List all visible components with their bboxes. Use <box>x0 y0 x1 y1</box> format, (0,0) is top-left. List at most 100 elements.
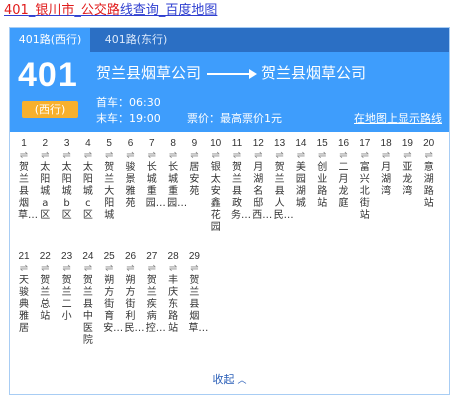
stop-number: 16 <box>337 138 350 149</box>
transfer-arrows-icon: ⇌ <box>147 263 156 274</box>
stop-name: 月湖湾 <box>381 162 392 197</box>
stop-number: 5 <box>106 138 112 149</box>
stop-item[interactable]: 17 ⇌ 富兴北街站 <box>355 138 375 222</box>
stop-name: 贺兰疾病控… <box>145 275 166 334</box>
stop-item[interactable]: 23 ⇌ 贺兰二小 <box>57 251 77 323</box>
transfer-arrows-icon: ⇌ <box>83 150 93 161</box>
stop-name: 月湖名邸西… <box>252 162 273 221</box>
stop-item[interactable]: 8 ⇌ 长城重园… <box>163 138 188 210</box>
stop-number: 20 <box>423 138 435 149</box>
stop-number: 11 <box>231 138 243 149</box>
stop-name: 银太安鑫花园 <box>210 162 221 233</box>
stop-number: 10 <box>210 138 222 149</box>
stop-item[interactable]: 22 ⇌ 贺兰总站 <box>35 251 55 323</box>
stop-name: 富兴北街站 <box>359 162 370 221</box>
stop-item[interactable]: 25 ⇌ 朔方街育安… <box>99 251 124 335</box>
fare-info: 票价：最高票价1元 <box>187 112 282 125</box>
transfer-arrows-icon: ⇌ <box>62 150 71 161</box>
stop-item[interactable]: 16 ⇌ 二月龙庭 <box>334 138 354 210</box>
tab-eastbound[interactable]: 401路(东行) <box>90 28 182 52</box>
transfer-arrows-icon: ⇌ <box>190 150 199 161</box>
stop-item[interactable]: 28 ⇌ 丰庆东路站 <box>163 251 183 335</box>
stop-number: 9 <box>191 138 198 149</box>
arrow-right-icon <box>207 73 253 75</box>
stop-item[interactable]: 11 ⇌ 贺兰县政务… <box>227 138 251 222</box>
page-title-link[interactable]: 401_银川市_公交路线查询_百度地图 <box>4 3 217 18</box>
stop-item[interactable]: 14 ⇌ 美园湖城 <box>291 138 311 210</box>
stop-item[interactable]: 10 ⇌ 银太安鑫花园 <box>206 138 226 234</box>
direction-badge: (西行) <box>22 101 78 118</box>
stop-item[interactable]: 2 ⇌ 太阳城a区 <box>35 138 55 222</box>
stop-number: 18 <box>380 138 392 149</box>
stop-name: 长城重园… <box>167 162 188 209</box>
stop-name: 贺兰县政务… <box>231 162 251 221</box>
title-city[interactable]: 银川市 <box>35 3 74 18</box>
bus-route-card: 401路(西行) 401路(东行) 401 (西行) 贺兰县烟草公司 贺兰县烟草… <box>9 27 450 395</box>
stop-name: 贺兰县烟草… <box>18 162 38 221</box>
stop-item[interactable]: 6 ⇌ 骏景雅苑 <box>121 138 141 210</box>
transfer-arrows-icon: ⇌ <box>317 150 327 161</box>
first-bus-time: 首车：06:30 <box>96 96 161 109</box>
stop-item[interactable]: 15 ⇌ 创业路站 <box>312 138 332 210</box>
stop-item[interactable]: 18 ⇌ 月湖湾 <box>376 138 396 198</box>
title-rest[interactable]: 线查询_百度地图 <box>120 3 218 18</box>
stop-number: 2 <box>42 138 49 149</box>
stop-item[interactable]: 24 ⇌ 贺兰县中医院 <box>78 251 98 347</box>
transfer-arrows-icon: ⇌ <box>190 263 199 274</box>
title-route[interactable]: 401 <box>4 3 29 18</box>
transfer-arrows-icon: ⇌ <box>254 150 263 161</box>
transfer-arrows-icon: ⇌ <box>19 150 29 161</box>
stop-item[interactable]: 27 ⇌ 贺兰疾病控… <box>142 251 166 335</box>
stop-item[interactable]: 13 ⇌ 贺兰县人民… <box>270 138 294 222</box>
stop-item[interactable]: 19 ⇌ 亚龙湾 <box>397 138 417 198</box>
stop-item[interactable]: 5 ⇌ 贺兰大阳城 <box>99 138 119 222</box>
stop-item[interactable]: 20 ⇌ 意湖路站 <box>419 138 439 210</box>
page-title[interactable]: 401_银川市_公交路线查询_百度地图 <box>4 2 217 20</box>
stop-item[interactable]: 3 ⇌ 太阳城b区 <box>57 138 77 222</box>
stop-number: 29 <box>188 251 200 262</box>
transfer-arrows-icon: ⇌ <box>41 150 50 161</box>
stop-item[interactable]: 9 ⇌ 居安苑 <box>184 138 204 198</box>
stop-item[interactable]: 4 ⇌ 太阳城c区 <box>78 138 98 222</box>
tab-westbound[interactable]: 401路(西行) <box>10 28 90 52</box>
transfer-arrows-icon: ⇌ <box>381 150 391 161</box>
transfer-arrows-icon: ⇌ <box>403 150 412 161</box>
stop-number: 4 <box>85 138 91 149</box>
stop-number: 12 <box>252 138 264 149</box>
transfer-arrows-icon: ⇌ <box>339 150 348 161</box>
stop-name: 朔方街育安… <box>103 275 124 334</box>
stop-name: 贺兰二小 <box>61 275 72 322</box>
title-bus[interactable]: 公交路 <box>81 3 120 18</box>
stop-item[interactable]: 12 ⇌ 月湖名邸西… <box>248 138 273 222</box>
route-number: 401 <box>18 56 78 94</box>
stop-number: 28 <box>167 251 179 262</box>
transfer-arrows-icon: ⇌ <box>424 150 433 161</box>
stop-item[interactable]: 21 ⇌ 天骏典雅居 <box>14 251 34 335</box>
stop-name: 太阳城c区 <box>82 162 93 221</box>
route-header: 401路(西行) 401路(东行) 401 (西行) 贺兰县烟草公司 贺兰县烟草… <box>10 28 449 132</box>
stop-item[interactable]: 7 ⇌ 长城重园… <box>142 138 166 210</box>
stop-number: 24 <box>82 251 94 262</box>
stop-number: 19 <box>401 138 413 149</box>
stop-name: 贺兰大阳城 <box>104 162 115 221</box>
stop-name: 天骏典雅居 <box>19 275 29 334</box>
transfer-arrows-icon: ⇌ <box>126 263 135 274</box>
stop-name: 太阳城a区 <box>40 162 51 221</box>
transfer-arrows-icon: ⇌ <box>232 150 242 161</box>
stop-number: 27 <box>146 251 158 262</box>
last-bus-time: 末车：19:00 <box>96 112 161 125</box>
stop-number: 23 <box>61 251 73 262</box>
direction-tabs: 401路(西行) 401路(东行) <box>10 28 449 52</box>
stop-number: 3 <box>63 138 70 149</box>
arrow-head-icon <box>249 69 257 79</box>
stop-name: 居安苑 <box>189 162 200 197</box>
stop-item[interactable]: 29 ⇌ 贺兰县烟草… <box>184 251 208 335</box>
stop-name: 贺兰县中医院 <box>82 275 93 346</box>
stop-number: 26 <box>124 251 137 262</box>
stop-name: 贺兰县人民… <box>273 162 294 221</box>
stop-number: 17 <box>359 138 371 149</box>
stop-item[interactable]: 26 ⇌ 朔方街利民… <box>121 251 145 335</box>
stop-item[interactable]: 1 ⇌ 贺兰县烟草… <box>14 138 38 222</box>
collapse-button[interactable]: 收起 ︿ <box>10 371 449 387</box>
show-route-on-map-link[interactable]: 在地图上显示路线 <box>354 110 442 126</box>
